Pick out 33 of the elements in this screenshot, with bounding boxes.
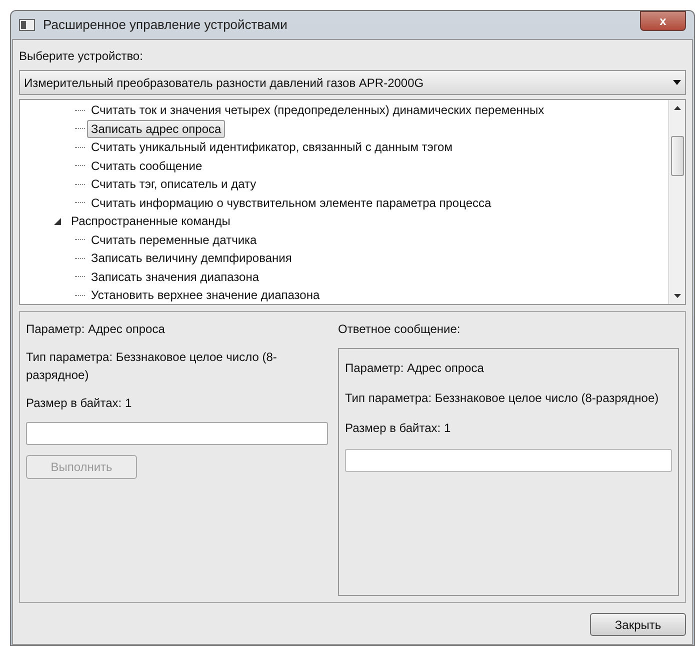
parameter-info: Размер в байтах: 1 bbox=[345, 420, 452, 437]
response-field[interactable] bbox=[345, 449, 672, 472]
scroll-thumb[interactable] bbox=[670, 136, 684, 176]
parameter-info: Размер в байтах: 1 bbox=[26, 395, 133, 412]
parameter-info: Параметр: Адрес опроса bbox=[26, 321, 166, 338]
window-title: Расширенное управление устройствами bbox=[43, 16, 288, 34]
device-value: Измерительный преобразователь разности давлений газов APR-2000G bbox=[24, 74, 425, 92]
parameter-input[interactable] bbox=[26, 422, 328, 445]
dropdown-arrow-icon bbox=[673, 80, 681, 85]
tree-item[interactable]: Считать ток и значения четырех (предопределенных) динамических переменных bbox=[87, 101, 548, 120]
tree-item[interactable]: Считать информацию о чувствительном элементе параметра процесса bbox=[87, 194, 496, 212]
window-icon bbox=[19, 19, 35, 31]
parameter-info: Параметр: Адрес опроса bbox=[345, 360, 485, 377]
tree-item[interactable]: Считать уникальный идентификатор, связанный с данным тэгом bbox=[87, 138, 456, 156]
response-label: Ответное сообщение: bbox=[338, 321, 462, 338]
parameter-info: Тип параметра: Беззнаковое целое число (8-разрядное) bbox=[345, 390, 660, 407]
scroll-down-icon bbox=[674, 294, 680, 298]
tree-item[interactable]: Считать тэг, описатель и дату bbox=[87, 175, 260, 194]
tree-group[interactable]: Распространенные команды bbox=[69, 212, 232, 230]
tree-item[interactable]: Считать переменные датчика bbox=[87, 230, 261, 249]
expanded-triangle-icon[interactable] bbox=[54, 218, 61, 225]
device-dropdown[interactable]: Измерительный преобразователь разности давлений газов APR-2000G bbox=[19, 70, 686, 95]
device-label: Выберите устройство: bbox=[19, 48, 144, 65]
close-button[interactable]: Закрыть bbox=[590, 613, 686, 636]
tree-item[interactable]: Считать сообщение bbox=[87, 156, 206, 175]
tree-item[interactable]: Записать величину демпфирования bbox=[87, 249, 296, 268]
scroll-up-icon bbox=[674, 106, 680, 110]
parameter-info: Тип параметра: Беззнаковое целое число (8-разрядное) bbox=[26, 349, 278, 384]
scrollbar[interactable] bbox=[668, 100, 685, 304]
tree-item[interactable]: Установить верхнее значение диапазона bbox=[87, 286, 324, 304]
tree-item[interactable]: Записать значения диапазона bbox=[87, 268, 263, 286]
tree-item[interactable]: Записать адрес опроса bbox=[87, 120, 226, 138]
close-button[interactable]: x bbox=[640, 11, 686, 31]
